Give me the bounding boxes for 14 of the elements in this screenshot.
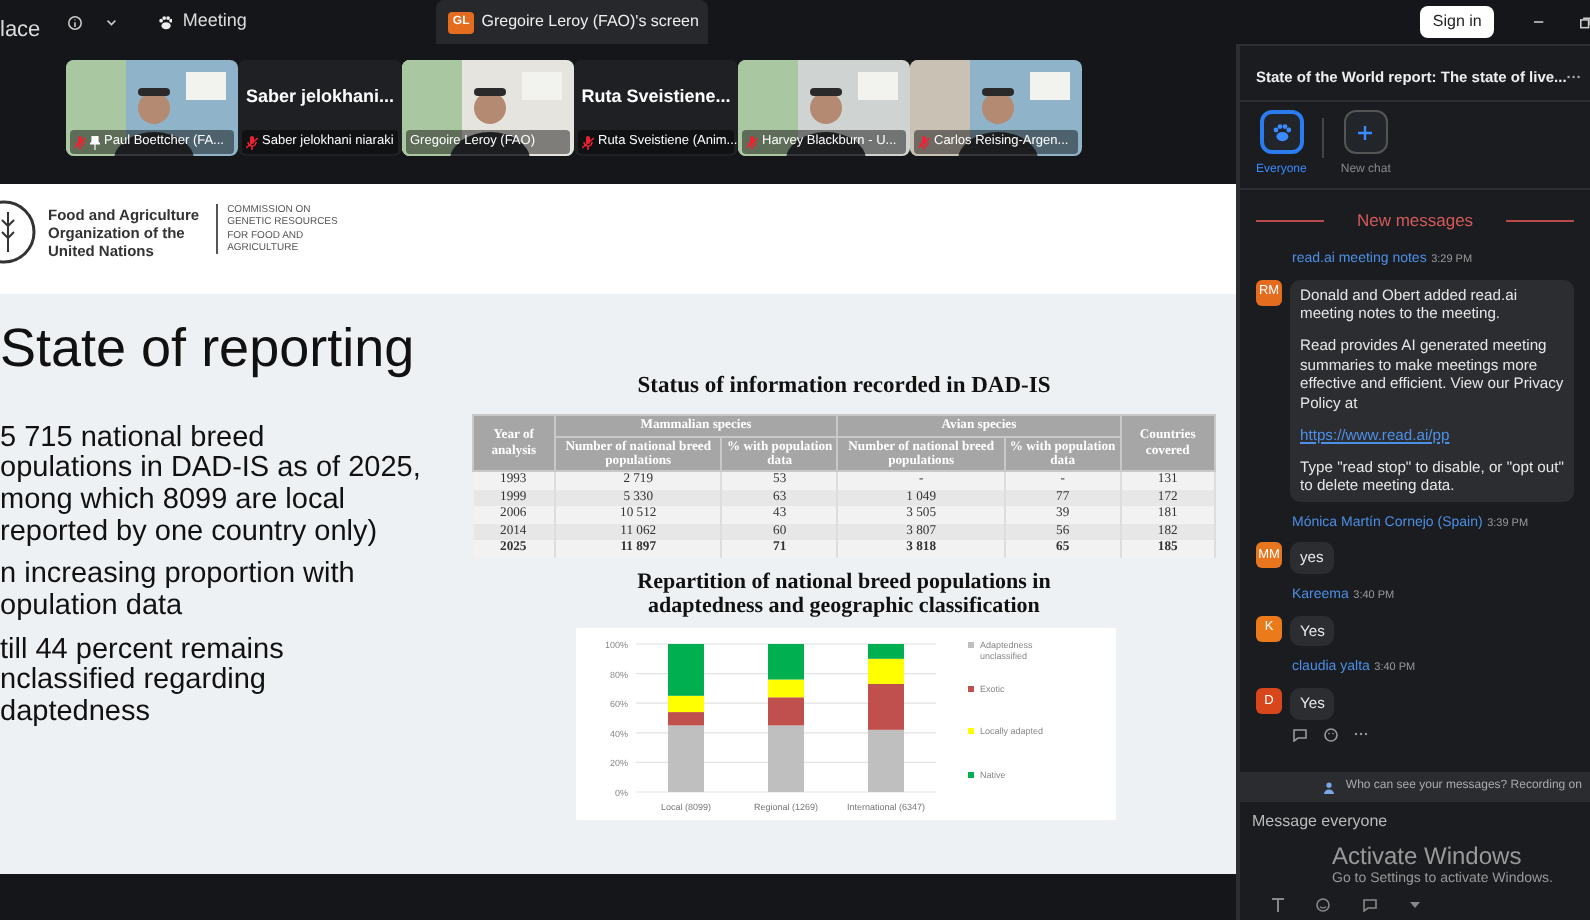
message-input[interactable]: Message everyone: [1240, 802, 1590, 843]
bullet-text: 5 715 national breed opulations in DAD-IS as of 2025, mong which 8099 are local reported by one country only): [0, 423, 423, 549]
meeting-label[interactable]: Meeting: [182, 8, 247, 36]
bullet-text: till 44 percent remains nclassified regarding daptedness: [0, 635, 286, 730]
bullet-text: n increasing proportion with opulation data: [0, 560, 357, 624]
chart-title: Repartition of national breed populations in adaptedness and geographic classification: [635, 569, 1053, 621]
participant-name: Ruta Sveistiene...: [579, 84, 733, 110]
participant-name: Saber jelokhani...: [243, 84, 397, 110]
table-title: Status of information recorded in DAD-IS: [635, 372, 1053, 402]
activation-title: Activate Windows: [1332, 842, 1524, 871]
new-messages-divider: New messages: [1356, 208, 1474, 234]
slide-title: State of reporting: [0, 320, 417, 380]
window-title: lace: [0, 15, 41, 46]
sign-in-button[interactable]: Sign in: [1420, 6, 1494, 38]
